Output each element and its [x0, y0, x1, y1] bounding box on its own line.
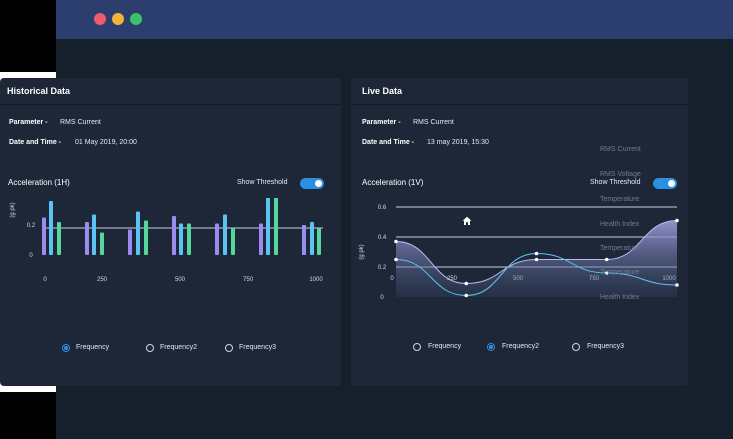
parameter-menu-item[interactable]: Temperature: [600, 269, 639, 276]
radio-frequency3[interactable]: [225, 344, 233, 352]
left-backdrop: [0, 0, 56, 72]
show-threshold-toggle[interactable]: [653, 178, 677, 189]
bar: [187, 223, 191, 255]
radio-frequency3[interactable]: [572, 343, 580, 351]
x-tick-label: 500: [175, 277, 186, 283]
parameter-value: RMS Current: [413, 119, 454, 126]
parameter-menu-item[interactable]: Temperature: [600, 196, 639, 203]
minimize-dot[interactable]: [112, 13, 124, 25]
bar: [274, 198, 278, 255]
x-tick-label: 1000: [309, 277, 323, 283]
divider: [0, 104, 341, 105]
bar: [42, 217, 46, 255]
parameter-menu-item[interactable]: Health Index: [600, 294, 639, 301]
data-point: [675, 283, 679, 287]
parameter-label: Parameter -: [9, 119, 48, 126]
chart-title: Acceleration (1H): [8, 178, 70, 187]
radio-frequency2[interactable]: [146, 344, 154, 352]
bar: [223, 214, 227, 255]
toggle-knob: [668, 180, 675, 187]
radio-frequency2-label: Frequency2: [502, 343, 539, 350]
historical-data-panel: Historical Data Parameter - RMS Current …: [0, 78, 341, 386]
parameter-menu-item[interactable]: Temperature: [600, 245, 639, 252]
toggle-knob: [315, 180, 322, 187]
parameter-menu-item[interactable]: Health Index: [600, 221, 639, 228]
data-point: [464, 281, 469, 286]
y-tick-label: 0.2: [27, 223, 36, 229]
bar: [317, 228, 321, 255]
datetime-label: Date and Time -: [362, 139, 414, 146]
bar: [215, 223, 219, 255]
bar: [310, 222, 314, 255]
y-tick-label: 0.4: [378, 235, 387, 241]
y-tick-label: 0.6: [378, 205, 387, 211]
radio-frequency3-label: Frequency3: [587, 343, 624, 350]
y-tick-label: 0.4: [27, 198, 36, 199]
data-point: [675, 218, 679, 223]
datetime-value: 01 May 2019, 20:00: [75, 139, 137, 146]
home-icon[interactable]: [462, 216, 472, 226]
datetime-label: Date and Time -: [9, 139, 61, 146]
parameter-label: Parameter -: [362, 119, 401, 126]
bar: [92, 214, 96, 255]
data-point: [534, 251, 539, 256]
bar: [100, 232, 104, 255]
data-point: [394, 239, 398, 244]
y-tick-label: 0: [29, 253, 33, 259]
data-point: [534, 257, 539, 262]
radio-frequency-label: Frequency: [428, 343, 462, 350]
radio-frequency[interactable]: [62, 344, 70, 352]
x-tick-label: 750: [243, 277, 254, 283]
x-tick-label: 0: [390, 276, 394, 282]
historical-chart: 0.60.40.20(g pk)02505007501000: [10, 198, 323, 283]
x-tick-label: 250: [97, 277, 108, 283]
show-threshold-toggle[interactable]: [300, 178, 324, 189]
y-axis-label: (g pk): [359, 244, 365, 259]
x-tick-label: 0: [43, 277, 47, 283]
live-data-panel: Live Data Parameter - RMS Current Date a…: [351, 78, 688, 386]
radio-frequency3-label: Frequency3: [239, 344, 276, 351]
bar: [85, 222, 89, 255]
bar: [128, 229, 132, 255]
datetime-value: 13 may 2019, 15:30: [427, 139, 489, 146]
bar: [231, 228, 235, 255]
bar: [144, 220, 148, 255]
bar: [259, 223, 263, 255]
y-axis-label: (g pk): [10, 202, 16, 217]
divider: [351, 104, 688, 105]
radio-frequency2[interactable]: [487, 343, 495, 351]
close-dot[interactable]: [94, 13, 106, 25]
chart-title: Acceleration (1V): [362, 178, 424, 187]
bar: [49, 201, 53, 255]
bar: [302, 225, 306, 255]
window-titlebar: [56, 0, 733, 39]
radio-frequency-label: Frequency: [76, 344, 110, 351]
panel-title: Live Data: [362, 86, 403, 96]
bar: [172, 216, 176, 255]
data-point: [464, 293, 469, 298]
parameter-menu-item[interactable]: RMS Current: [600, 146, 641, 153]
radio-frequency2-label: Frequency2: [160, 344, 197, 351]
maximize-dot[interactable]: [130, 13, 142, 25]
bar: [57, 222, 61, 255]
parameter-menu-item[interactable]: RMS Voltage: [600, 171, 641, 178]
show-threshold-label: Show Threshold: [590, 179, 641, 186]
panel-title: Historical Data: [7, 86, 71, 96]
y-tick-label: 0: [380, 295, 384, 301]
data-point: [604, 257, 609, 262]
radio-frequency[interactable]: [413, 343, 421, 351]
bar: [179, 223, 183, 255]
y-tick-label: 0.2: [378, 265, 387, 271]
bar: [266, 198, 270, 255]
data-point: [394, 257, 398, 262]
parameter-value: RMS Current: [60, 119, 101, 126]
bar: [136, 211, 140, 255]
left-backdrop-bottom: [0, 392, 56, 439]
show-threshold-label: Show Threshold: [237, 179, 288, 186]
